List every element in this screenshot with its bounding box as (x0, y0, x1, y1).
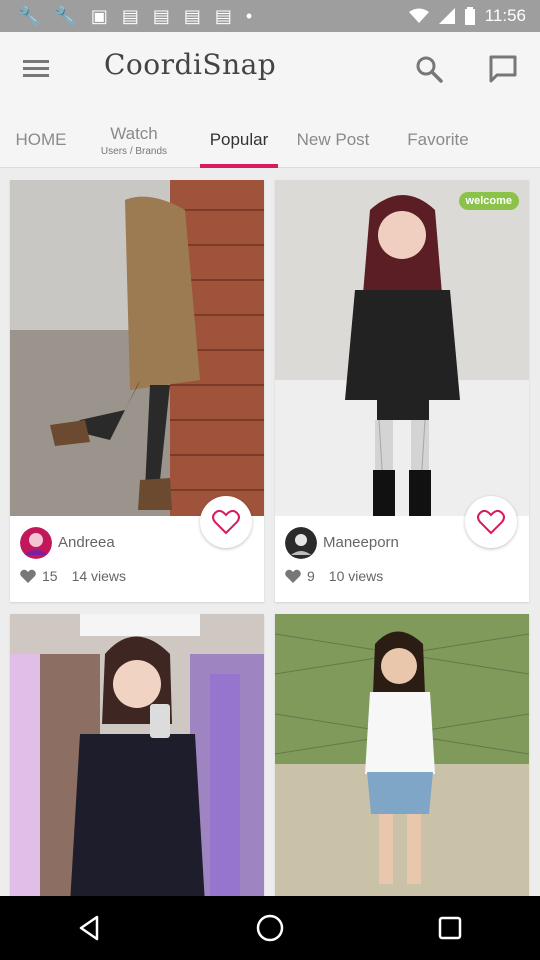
view-count: 14 views (71, 568, 127, 584)
app-title: CoordiSnap (104, 48, 277, 81)
notification-icons: 🔧 🔧 ▣ ▤ ▤ ▤ ▤ • (0, 6, 252, 27)
tab-new-post[interactable]: New Post (288, 112, 378, 168)
active-tab-indicator (200, 164, 278, 168)
tab-bar: HOME Watch Users / Brands Popular New Po… (0, 112, 540, 168)
post-card[interactable] (275, 614, 529, 904)
post-photo[interactable] (10, 614, 264, 904)
like-button[interactable] (200, 496, 252, 548)
dot-icon: • (245, 5, 253, 26)
search-icon[interactable] (412, 52, 446, 86)
recents-icon[interactable] (435, 913, 465, 943)
tab-watch[interactable]: Watch Users / Brands (92, 112, 176, 168)
welcome-badge: welcome (458, 192, 519, 210)
app-bar: CoordiSnap HOME Watch Users / Brands Pop… (0, 32, 540, 168)
post-photo[interactable] (10, 180, 264, 516)
heart-icon (20, 569, 36, 583)
username[interactable]: Maneeporn (323, 534, 399, 551)
tab-label: Watch (110, 123, 158, 143)
like-count: 15 (42, 568, 58, 584)
back-icon[interactable] (75, 913, 105, 943)
clock-time: 11:56 (484, 6, 526, 25)
post-stats: 15 14 views (20, 568, 126, 584)
wrench-icon: 🔧 (54, 5, 77, 26)
image-icon: ▣ (90, 5, 108, 26)
tab-label: Favorite (407, 130, 469, 149)
message-icon[interactable] (486, 52, 520, 86)
heart-outline-icon (212, 509, 240, 535)
tab-label: Popular (209, 130, 269, 149)
post-photo[interactable] (275, 180, 529, 516)
post-photo[interactable] (275, 614, 529, 904)
wifi-icon (408, 8, 429, 23)
like-button[interactable] (465, 496, 517, 548)
tab-home[interactable]: HOME (10, 112, 72, 168)
bag-icon: ▤ (121, 5, 139, 26)
battery-icon (464, 7, 475, 25)
bag-icon: ▤ (214, 5, 232, 26)
heart-icon (285, 569, 301, 583)
post-stats: 9 10 views (285, 568, 383, 584)
bag-icon: ▤ (152, 5, 170, 26)
post-card[interactable]: welcome Maneeporn 9 10 views (275, 180, 529, 602)
post-card[interactable]: Andreea 15 14 views (10, 180, 264, 602)
bag-icon: ▤ (183, 5, 201, 26)
heart-outline-icon (477, 509, 505, 535)
tab-label: New Post (296, 130, 370, 149)
like-count: 9 (307, 568, 315, 584)
avatar[interactable] (285, 527, 317, 559)
view-count: 10 views (328, 568, 384, 584)
status-bar: 🔧 🔧 ▣ ▤ ▤ ▤ ▤ • 11:56 (0, 0, 540, 32)
tab-sublabel: Users / Brands (100, 145, 168, 157)
tab-label: HOME (15, 130, 67, 149)
username[interactable]: Andreea (58, 534, 115, 551)
hamburger-menu-icon[interactable] (20, 52, 52, 84)
home-icon[interactable] (254, 912, 286, 944)
tab-favorite[interactable]: Favorite (398, 112, 478, 168)
wrench-icon: 🔧 (18, 5, 41, 26)
post-card[interactable] (10, 614, 264, 904)
signal-icon (438, 8, 455, 24)
tab-popular[interactable]: Popular (196, 112, 282, 168)
system-navigation-bar (0, 896, 540, 960)
avatar[interactable] (20, 527, 52, 559)
